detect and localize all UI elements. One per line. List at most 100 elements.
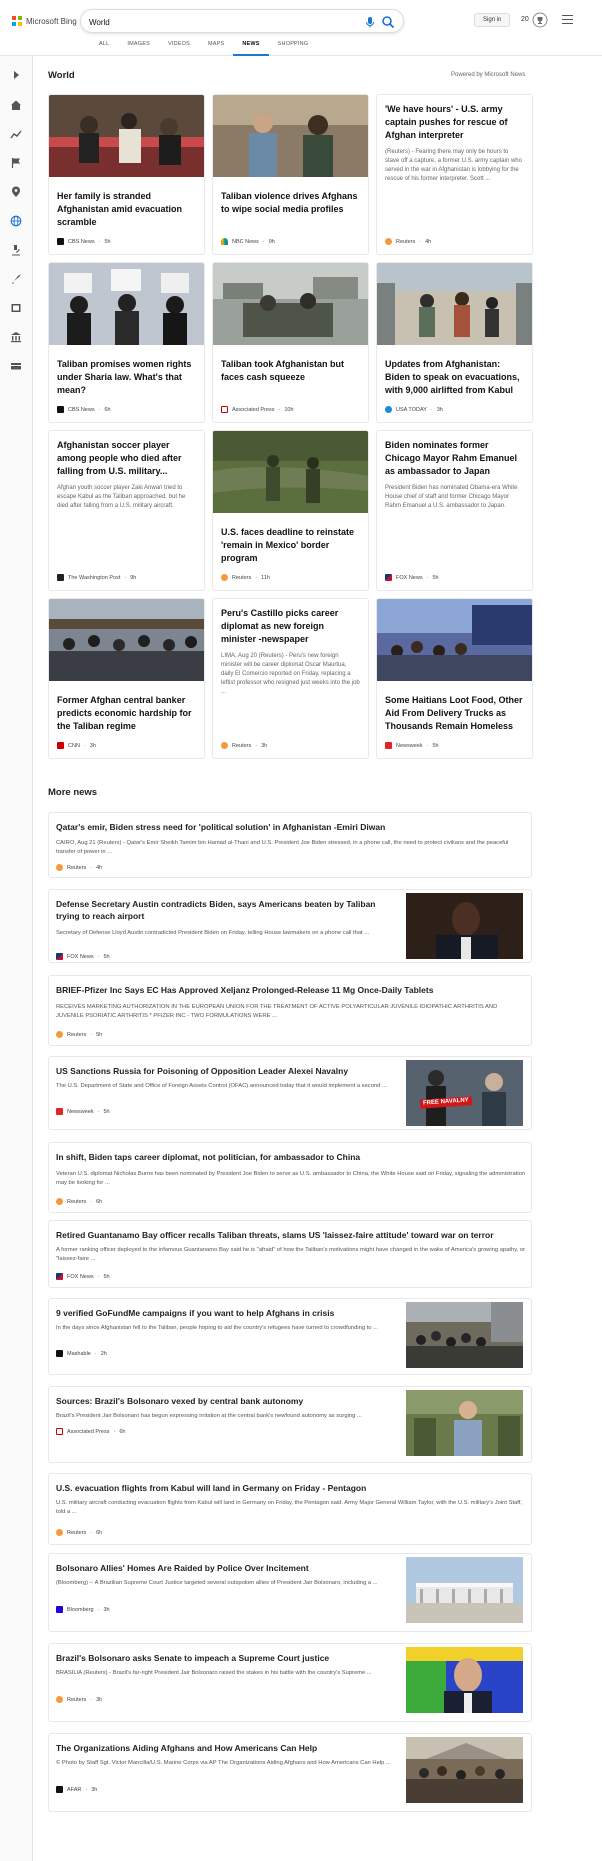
card-title[interactable]: Her family is stranded Afghanistan amid …	[49, 182, 204, 229]
source-name: Reuters	[67, 1031, 87, 1038]
item-title[interactable]: 9 verified GoFundMe campaigns if you wan…	[56, 1307, 401, 1319]
tab-videos[interactable]: VIDEOS	[159, 40, 199, 56]
news-card[interactable]: 'We have hours' - U.S. army captain push…	[376, 94, 533, 255]
source-time: 3h	[89, 742, 96, 749]
more-news-item[interactable]: Brazil's Bolsonaro asks Senate to impeac…	[48, 1643, 532, 1722]
tab-news[interactable]: NEWS	[233, 40, 269, 56]
reuters-logo-icon	[56, 1198, 63, 1205]
more-news-item[interactable]: Defense Secretary Austin contradicts Bid…	[48, 889, 532, 963]
tab-all[interactable]: ALL	[90, 40, 118, 56]
card-snippet: (Reuters) - Fearing there may only be ho…	[385, 149, 522, 182]
item-snippet: In the days since Afghanistan fell to th…	[56, 1325, 378, 1331]
business-bank-icon[interactable]	[10, 331, 22, 343]
card-title[interactable]: Taliban violence drives Afghans to wipe …	[213, 182, 368, 216]
news-card[interactable]: Some Haitians Loot Food, Other Aid From …	[376, 598, 533, 759]
tab-shopping[interactable]: SHOPPING	[269, 40, 318, 56]
news-card[interactable]: Taliban violence drives Afghans to wipe …	[212, 94, 369, 255]
source-name: Reuters	[232, 574, 252, 581]
tab-maps[interactable]: MAPS	[199, 40, 233, 56]
item-snippet: BRASILIA (Reuters) - Brazil's far-right …	[56, 1670, 372, 1676]
card-title[interactable]: 'We have hours' - U.S. army captain push…	[377, 95, 532, 142]
sign-in-button[interactable]: Sign in	[474, 13, 511, 27]
card-source: NBC News · 9h	[221, 238, 275, 245]
card-title[interactable]: Former Afghan central banker predicts ec…	[49, 686, 204, 733]
item-title[interactable]: Sources: Brazil's Bolsonaro vexed by cen…	[56, 1395, 401, 1407]
item-source: FOX News · 5h	[56, 953, 110, 960]
item-title[interactable]: Retired Guantanamo Bay officer recalls T…	[56, 1229, 526, 1241]
card-source: Reuters · 4h	[385, 238, 431, 245]
card-title[interactable]: Biden nominates former Chicago Mayor Rah…	[377, 431, 532, 478]
rocket-technology-icon[interactable]	[10, 273, 22, 285]
news-card[interactable]: Taliban promises women rights under Shar…	[48, 262, 205, 423]
search-icon[interactable]	[381, 15, 395, 29]
home-icon[interactable]	[10, 99, 22, 111]
source-time: 6h	[119, 1428, 126, 1435]
more-news-item[interactable]: Bolsonaro Allies' Homes Are Raided by Po…	[48, 1553, 532, 1632]
search-input[interactable]	[89, 14, 349, 30]
news-thumbnail-image	[406, 1557, 523, 1623]
more-news-item[interactable]: The Organizations Aiding Afghans and How…	[48, 1733, 532, 1812]
card-title[interactable]: Updates from Afghanistan: Biden to speak…	[377, 350, 532, 397]
item-title[interactable]: Bolsonaro Allies' Homes Are Raided by Po…	[56, 1562, 401, 1574]
bing-logo[interactable]: Microsoft Bing	[12, 15, 77, 27]
more-news-item[interactable]: US Sanctions Russia for Poisoning of Opp…	[48, 1056, 532, 1130]
microphone-icon[interactable]	[363, 15, 377, 29]
more-news-item[interactable]: BRIEF-Pfizer Inc Says EC Has Approved Xe…	[48, 975, 532, 1046]
news-thumbnail-image	[406, 1390, 523, 1456]
news-card[interactable]: Former Afghan central banker predicts ec…	[48, 598, 205, 759]
hamburger-menu-icon[interactable]	[562, 15, 573, 25]
item-title[interactable]: Brazil's Bolsonaro asks Senate to impeac…	[56, 1652, 401, 1664]
card-title[interactable]: Taliban promises women rights under Shar…	[49, 350, 204, 397]
tab-images[interactable]: IMAGES	[118, 40, 159, 56]
item-title[interactable]: Defense Secretary Austin contradicts Bid…	[56, 898, 401, 922]
item-title[interactable]: The Organizations Aiding Afghans and How…	[56, 1742, 401, 1754]
news-thumbnail-image	[377, 599, 532, 681]
news-thumbnail-image	[213, 95, 368, 177]
item-snippet: RECEIVES MARKETING AUTHORIZATION IN THE …	[56, 1004, 498, 1019]
item-title[interactable]: BRIEF-Pfizer Inc Says EC Has Approved Xe…	[56, 984, 526, 996]
item-title[interactable]: Qatar's emir, Biden stress need for 'pol…	[56, 821, 516, 833]
news-card[interactable]: Peru's Castillo picks career diplomat as…	[212, 598, 369, 759]
ap-logo-icon	[221, 406, 228, 413]
expand-rail-icon[interactable]	[10, 69, 22, 81]
more-news-item[interactable]: 9 verified GoFundMe campaigns if you wan…	[48, 1298, 532, 1375]
more-news-item[interactable]: Sources: Brazil's Bolsonaro vexed by cen…	[48, 1386, 532, 1463]
item-snippet: A former ranking officer deployed to the…	[56, 1247, 526, 1262]
card-title[interactable]: Afghanistan soccer player among people w…	[49, 431, 204, 478]
more-news-item[interactable]: In shift, Biden taps career diplomat, no…	[48, 1142, 532, 1213]
microscope-science-icon[interactable]	[10, 244, 22, 256]
card-source: USA TODAY · 3h	[385, 406, 443, 413]
rewards-trophy-icon[interactable]	[532, 12, 548, 28]
news-card[interactable]: Updates from Afghanistan: Biden to speak…	[376, 262, 533, 423]
top-header: Microsoft Bing Sign in 20 ALL IMAGES VID…	[0, 0, 602, 56]
item-title[interactable]: In shift, Biden taps career diplomat, no…	[56, 1151, 526, 1163]
news-card[interactable]: Afghanistan soccer player among people w…	[48, 430, 205, 591]
item-snippet: The U.S. Department of State and Office …	[56, 1083, 387, 1089]
us-flag-icon[interactable]	[10, 157, 22, 169]
card-title[interactable]: Peru's Castillo picks career diplomat as…	[213, 599, 368, 646]
entertainment-film-icon[interactable]	[10, 302, 22, 314]
more-news-item[interactable]: Retired Guantanamo Bay officer recalls T…	[48, 1220, 532, 1288]
location-pin-icon[interactable]	[10, 186, 22, 198]
news-card[interactable]: Her family is stranded Afghanistan amid …	[48, 94, 205, 255]
reuters-logo-icon	[56, 1696, 63, 1703]
item-title[interactable]: US Sanctions Russia for Poisoning of Opp…	[56, 1065, 401, 1077]
more-news-item[interactable]: U.S. evacuation flights from Kabul will …	[48, 1473, 532, 1545]
news-card[interactable]: Biden nominates former Chicago Mayor Rah…	[376, 430, 533, 591]
cnn-logo-icon	[57, 742, 64, 749]
source-name: Reuters	[67, 1696, 87, 1703]
ap-logo-icon	[56, 1428, 63, 1435]
item-title[interactable]: U.S. evacuation flights from Kabul will …	[56, 1482, 526, 1494]
card-title[interactable]: Some Haitians Loot Food, Other Aid From …	[377, 686, 532, 733]
card-title[interactable]: Taliban took Afghanistan but faces cash …	[213, 350, 368, 384]
world-globe-icon[interactable]	[10, 215, 22, 227]
news-card[interactable]: Taliban took Afghanistan but faces cash …	[212, 262, 369, 423]
card-title[interactable]: U.S. faces deadline to reinstate 'remain…	[213, 518, 368, 565]
politics-card-icon[interactable]	[10, 360, 22, 372]
trending-icon[interactable]	[10, 128, 22, 140]
more-news-item[interactable]: Qatar's emir, Biden stress need for 'pol…	[48, 812, 532, 878]
bloomberg-logo-icon	[56, 1606, 63, 1613]
news-card[interactable]: U.S. faces deadline to reinstate 'remain…	[212, 430, 369, 591]
source-name: AFAR	[67, 1786, 82, 1793]
powered-by-label[interactable]: Powered by Microsoft News	[451, 72, 525, 78]
